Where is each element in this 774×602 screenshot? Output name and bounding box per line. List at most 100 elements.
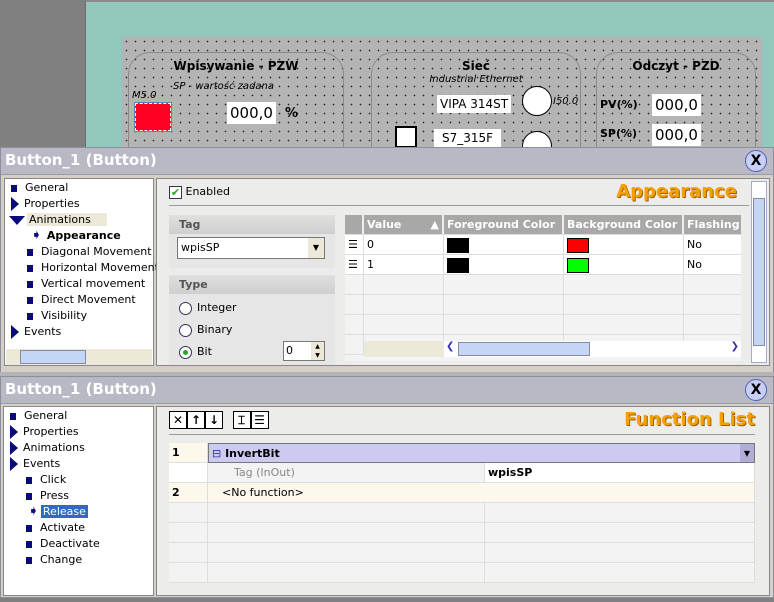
delete-icon[interactable]: ✕ bbox=[169, 411, 187, 429]
tree-item-horizontal-movement[interactable]: Horizontal Movement bbox=[27, 260, 159, 276]
table-cell-empty bbox=[684, 295, 741, 315]
tree-item-general[interactable]: General bbox=[11, 180, 68, 196]
tree-item-deactivate[interactable]: Deactivate bbox=[26, 536, 100, 552]
row-handle[interactable] bbox=[345, 315, 364, 335]
tag-dropdown[interactable]: wpisSP ▼ bbox=[177, 237, 325, 259]
column-header-foreground[interactable]: Foreground Color bbox=[444, 215, 564, 235]
table-horizontal-scrollbar[interactable]: ❯ ❮ bbox=[444, 341, 741, 357]
appearance-table: Value ▲ Foreground Color Background Color… bbox=[345, 215, 741, 361]
row-handle[interactable]: ☰ bbox=[345, 235, 364, 255]
checkbox-label: Enabled bbox=[185, 185, 230, 198]
scrollbar-thumb[interactable] bbox=[458, 342, 590, 356]
radio-bit[interactable]: Bit bbox=[179, 345, 212, 359]
tree-label: Animations bbox=[27, 213, 107, 226]
tree-item-vertical-movement[interactable]: Vertical movement bbox=[27, 276, 145, 292]
row-handle[interactable] bbox=[345, 275, 364, 295]
move-down-icon[interactable]: ↓ bbox=[205, 411, 223, 429]
tree-item-visibility[interactable]: Visibility bbox=[27, 308, 87, 324]
function-row-invertbit[interactable]: ⊟ InvertBit ▼ bbox=[208, 443, 755, 463]
table-cell-flashing[interactable]: No bbox=[684, 235, 741, 255]
table-cell-value[interactable]: 1 bbox=[364, 255, 444, 275]
tree-item-animations[interactable]: Animations bbox=[10, 440, 85, 456]
tree-item-diagonal-movement[interactable]: Diagonal Movement bbox=[27, 244, 152, 260]
dialog-title-bar[interactable]: Button_1 (Button) bbox=[1, 377, 773, 404]
tree-item-click[interactable]: Click bbox=[26, 472, 66, 488]
radio-binary[interactable]: Binary bbox=[179, 323, 232, 337]
tree-label: General bbox=[25, 181, 69, 194]
tag-section: Tag wpisSP ▼ bbox=[169, 215, 335, 268]
dialog-title: Button_1 (Button) bbox=[5, 380, 157, 398]
column-header-value[interactable]: Value ▲ bbox=[364, 215, 444, 235]
tree-item-release[interactable]: ➧ Release bbox=[28, 504, 88, 520]
stepper-value: 0 bbox=[286, 344, 293, 357]
collapse-all-icon[interactable]: ⌶ bbox=[232, 411, 251, 429]
tree-item-events[interactable]: Events bbox=[11, 324, 61, 340]
table-cell-flashing[interactable]: No bbox=[684, 255, 741, 275]
bit-stepper[interactable]: 0 ▲ ▼ bbox=[283, 341, 325, 361]
properties-dialog-events: Button_1 (Button) X General Properties A… bbox=[0, 376, 774, 598]
tree-item-properties[interactable]: Properties bbox=[10, 424, 79, 440]
section-label: Tag bbox=[169, 215, 335, 234]
move-up-icon[interactable]: ↑ bbox=[187, 411, 205, 429]
tree-label: Direct Movement bbox=[41, 293, 136, 306]
param-value[interactable]: wpisSP bbox=[485, 463, 755, 483]
table-cell-empty bbox=[564, 295, 684, 315]
sp-label: SP(%) bbox=[600, 127, 638, 140]
tree-item-press[interactable]: Press bbox=[26, 488, 69, 504]
table-cell-background[interactable] bbox=[564, 235, 684, 255]
tree-item-change[interactable]: Change bbox=[26, 552, 82, 568]
table-cell-background[interactable] bbox=[564, 255, 684, 275]
collapse-icon[interactable]: ⊟ bbox=[212, 447, 221, 460]
tree-item-direct-movement[interactable]: Direct Movement bbox=[27, 292, 136, 308]
scroll-left-icon[interactable]: ❮ bbox=[446, 341, 454, 352]
scroll-right-icon[interactable]: ❯ bbox=[731, 341, 739, 352]
hmi-canvas: Wpisywanie - PZW SP - wartość zadana M5.… bbox=[122, 37, 762, 172]
row-handle[interactable]: ☰ bbox=[345, 255, 364, 275]
setpoint-input[interactable]: 000,0 bbox=[227, 102, 276, 124]
stepper-arrows-icon[interactable]: ▲ ▼ bbox=[311, 342, 324, 360]
tree-item-activate[interactable]: Activate bbox=[26, 520, 85, 536]
tree-horizontal-scrollbar[interactable] bbox=[6, 349, 152, 365]
row-handle-icon: ☰ bbox=[348, 238, 358, 251]
expand-icon bbox=[10, 441, 18, 455]
button-1[interactable] bbox=[134, 102, 172, 132]
radio-integer[interactable]: Integer bbox=[179, 301, 237, 315]
event-tree: General Properties Animations Events Cli… bbox=[3, 406, 154, 596]
dialog-title-bar[interactable]: Button_1 (Button) bbox=[1, 148, 773, 175]
scrollbar-thumb[interactable] bbox=[753, 198, 765, 346]
table-cell-empty bbox=[485, 523, 755, 543]
table-cell-empty bbox=[208, 543, 485, 563]
pane-vertical-scrollbar[interactable] bbox=[751, 181, 767, 363]
table-cell-empty bbox=[208, 503, 485, 523]
radio-label: Bit bbox=[197, 345, 212, 358]
tree-item-animations[interactable]: Animations bbox=[9, 212, 107, 228]
function-row-empty[interactable]: <No function> bbox=[208, 483, 755, 503]
expand-all-icon[interactable]: ☰ bbox=[250, 411, 269, 429]
radio-selected-icon bbox=[179, 345, 192, 359]
bullet-icon bbox=[26, 492, 32, 500]
row-handle[interactable] bbox=[345, 295, 364, 315]
type-section: Type Integer Binary Bit 0 ▲ ▼ bbox=[169, 275, 335, 365]
table-cell-foreground[interactable] bbox=[444, 235, 564, 255]
enabled-checkbox[interactable]: ✔ Enabled bbox=[169, 185, 230, 199]
expand-icon bbox=[10, 425, 18, 439]
tree-item-appearance[interactable]: ➧ Appearance bbox=[31, 228, 121, 244]
close-icon[interactable]: X bbox=[745, 379, 767, 401]
table-cell-value[interactable]: 0 bbox=[364, 235, 444, 255]
divider bbox=[169, 434, 755, 435]
table-cell-foreground[interactable] bbox=[444, 255, 564, 275]
tree-item-events[interactable]: Events bbox=[10, 456, 60, 472]
row-handle-icon: ☰ bbox=[348, 258, 358, 271]
tree-item-properties[interactable]: Properties bbox=[11, 196, 80, 212]
column-header-background[interactable]: Background Color bbox=[564, 215, 684, 235]
close-icon[interactable]: X bbox=[745, 150, 767, 172]
column-header-flashing[interactable]: Flashing bbox=[684, 215, 741, 235]
row-number: 1 bbox=[169, 443, 208, 463]
scrollbar-thumb[interactable] bbox=[20, 350, 86, 364]
row-handle[interactable] bbox=[345, 335, 364, 355]
table-cell-empty bbox=[169, 543, 208, 563]
chevron-down-icon[interactable]: ▼ bbox=[740, 444, 754, 462]
device-vipa: VIPA 314ST bbox=[437, 95, 512, 113]
tree-item-general[interactable]: General bbox=[10, 408, 67, 424]
table-cell-empty bbox=[364, 315, 444, 335]
